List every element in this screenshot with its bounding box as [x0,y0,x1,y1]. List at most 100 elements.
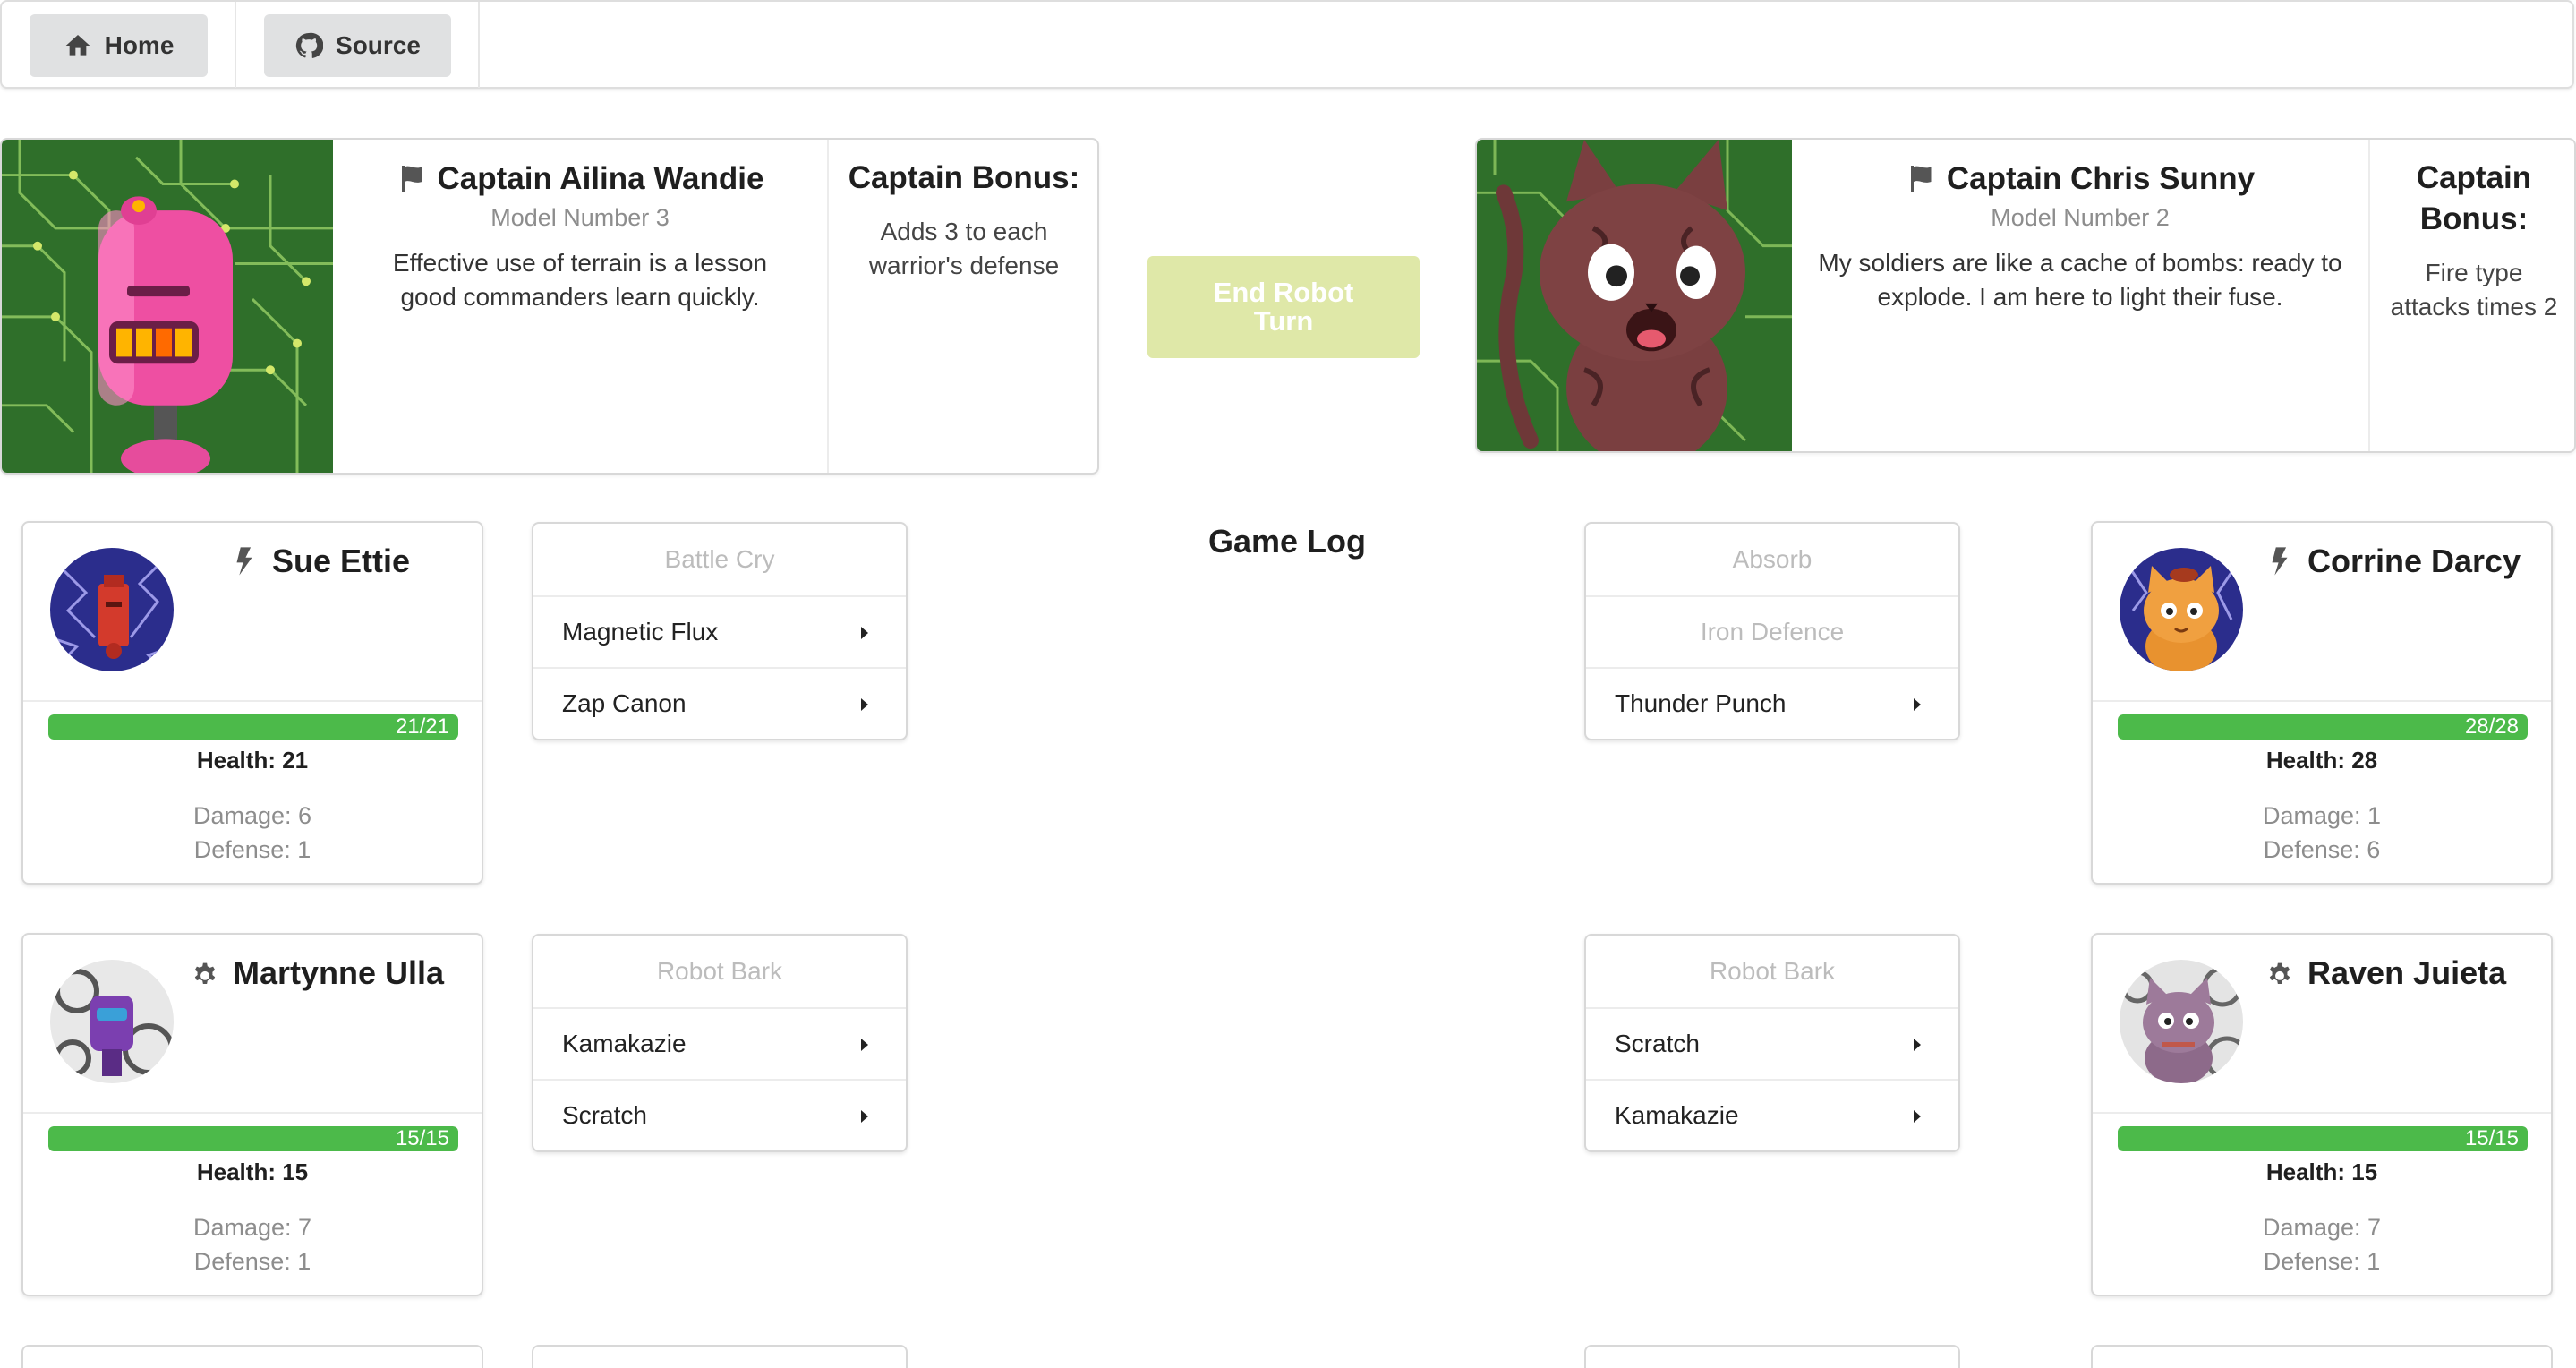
ability-label: Robot Bark [1709,957,1836,985]
caret-right-icon [861,627,868,639]
ability-label: Absorb [1732,545,1813,573]
gear-icon [2269,962,2290,985]
ability-menu-right-2: Robot Bark Scratch Kamakazie [1584,934,1960,1152]
caret-right-icon [1914,1039,1921,1051]
ability-label: Scratch [562,1101,647,1129]
source-button[interactable]: Source [264,14,451,77]
ability-label: Battle Cry [664,545,775,573]
warrior-name: Martynne Ulla [190,954,473,992]
avatar [50,960,174,1083]
captain-bonus-left: Captain Bonus: Adds 3 to each warrior's … [827,140,1097,473]
captain-bonus-title: Captain Bonus: [2416,160,2532,236]
end-robot-turn-button[interactable]: End Robot Turn [1147,256,1420,358]
lightning-icon [2272,547,2288,576]
divider [23,700,482,702]
defense-stat: Defense: 1 [2263,1248,2381,1275]
caret-right-icon [1914,698,1921,711]
ability-item[interactable]: Scratch [1586,1007,1958,1079]
ability-item: Robot Bark [1586,936,1958,1007]
warrior-avatar-gear-robot [50,960,174,1083]
warrior-card-left-2[interactable]: Martynne Ulla 15/15 Health: 15 Damage: 7… [21,933,483,1296]
captain-info-right: Captain Chris Sunny Model Number 2 My so… [1792,140,2368,314]
captain-card-left: Captain Ailina Wandie Model Number 3 Eff… [0,138,1099,475]
health-label: Health: 21 [196,747,309,774]
ability-item[interactable]: Scratch [533,1079,906,1150]
warrior-card-right-2[interactable]: Raven Juieta 15/15 Health: 15 Damage: 7 … [2091,933,2553,1296]
captain-info-left: Captain Ailina Wandie Model Number 3 Eff… [333,140,827,314]
ability-label: Kamakazie [1615,1101,1739,1129]
home-button[interactable]: Home [30,14,208,77]
health-bar-fill: 21/21 [48,714,458,740]
ability-item[interactable]: Zap Canon [533,667,906,739]
defense-stat: Defense: 1 [193,836,311,863]
warrior-name-text: Raven Juieta [2307,954,2507,991]
ability-label: Iron Defence [1700,618,1845,646]
ability-label: Zap Canon [562,689,687,717]
warrior-stats: Damage: 1 Defense: 6 [2093,799,2551,867]
warrior-name: Corrine Darcy [2265,543,2542,580]
health-bar: 21/21 [48,714,458,740]
captain-bonus-right: Captain Bonus: Fire type attacks times 2 [2368,140,2574,451]
ability-label: Robot Bark [656,957,783,985]
warrior-card-right-1[interactable]: Corrine Darcy 28/28 Health: 28 Damage: 1… [2091,521,2553,885]
divider [2093,1112,2551,1114]
caret-right-icon [861,1110,868,1123]
captain-bonus-text: Fire type attacks times 2 [2390,259,2558,321]
ability-label: Thunder Punch [1615,689,1787,717]
ability-menu-left-2: Robot Bark Kamakazie Scratch [532,934,908,1152]
ability-item[interactable]: Thunder Punch [1586,667,1958,739]
warrior-avatar-gear-cat [2120,960,2243,1083]
menu-item-home: Home [2,2,236,88]
health-bar-fill: 15/15 [2118,1126,2528,1151]
warrior-card-left-3[interactable] [21,1345,483,1368]
captain-name-left: Captain Ailina Wandie [333,161,827,197]
captain-model-left: Model Number 3 [490,204,670,231]
defense-stat: Defense: 6 [2263,836,2381,863]
defense-stat: Defense: 1 [193,1248,311,1275]
captain-portrait-robot [2,140,333,473]
health-bar-fill: 15/15 [48,1126,458,1151]
flag-icon [1910,166,1932,192]
warrior-avatar-electric-cat [2120,548,2243,671]
avatar [2120,548,2243,671]
divider [2093,700,2551,702]
ability-item: Absorb [1586,524,1958,595]
health-bar: 15/15 [48,1126,458,1151]
warrior-name-text: Martynne Ulla [233,954,445,991]
warrior-name: Raven Juieta [2265,954,2542,992]
warrior-name-text: Corrine Darcy [2307,543,2521,579]
ability-menu-left-3 [532,1345,908,1368]
warrior-stats: Damage: 7 Defense: 1 [23,1210,482,1278]
ability-menu-left-1: Battle Cry Magnetic Flux Zap Canon [532,522,908,740]
health-label: Health: 15 [2265,1159,2378,1185]
ability-label: Magnetic Flux [562,618,719,646]
warrior-avatar-electric-robot [50,548,174,671]
health-bar: 28/28 [2118,714,2528,740]
lightning-icon [236,547,252,576]
ability-item: Battle Cry [533,524,906,595]
damage-stat: Damage: 6 [192,802,312,829]
captain-bonus-title: Captain Bonus: [848,160,1080,195]
menu-item-source: Source [236,2,480,88]
captain-model-right: Model Number 2 [1991,204,2170,231]
ability-item: Robot Bark [533,936,906,1007]
ability-item[interactable]: Magnetic Flux [533,595,906,667]
captain-name-right: Captain Chris Sunny [1792,161,2368,197]
warrior-name: Sue Ettie [229,543,473,580]
warrior-card-right-3[interactable] [2091,1345,2553,1368]
captain-bonus-text: Adds 3 to each warrior's defense [868,218,1060,279]
top-menu: Home Source [0,0,2574,89]
ability-item[interactable]: Kamakazie [1586,1079,1958,1150]
damage-stat: Damage: 7 [192,1214,312,1241]
divider [23,1112,482,1114]
home-icon [65,35,90,56]
ability-item[interactable]: Kamakazie [533,1007,906,1079]
health-label: Health: 28 [2265,747,2378,774]
avatar [50,548,174,671]
captain-portrait-cat [1477,140,1792,451]
gear-icon [194,962,216,985]
ability-label: Kamakazie [562,1030,687,1057]
warrior-card-left-1[interactable]: Sue Ettie 21/21 Health: 21 Damage: 6 Def… [21,521,483,885]
damage-stat: Damage: 1 [2262,802,2382,829]
game-log-title: Game Log [1207,523,1367,560]
